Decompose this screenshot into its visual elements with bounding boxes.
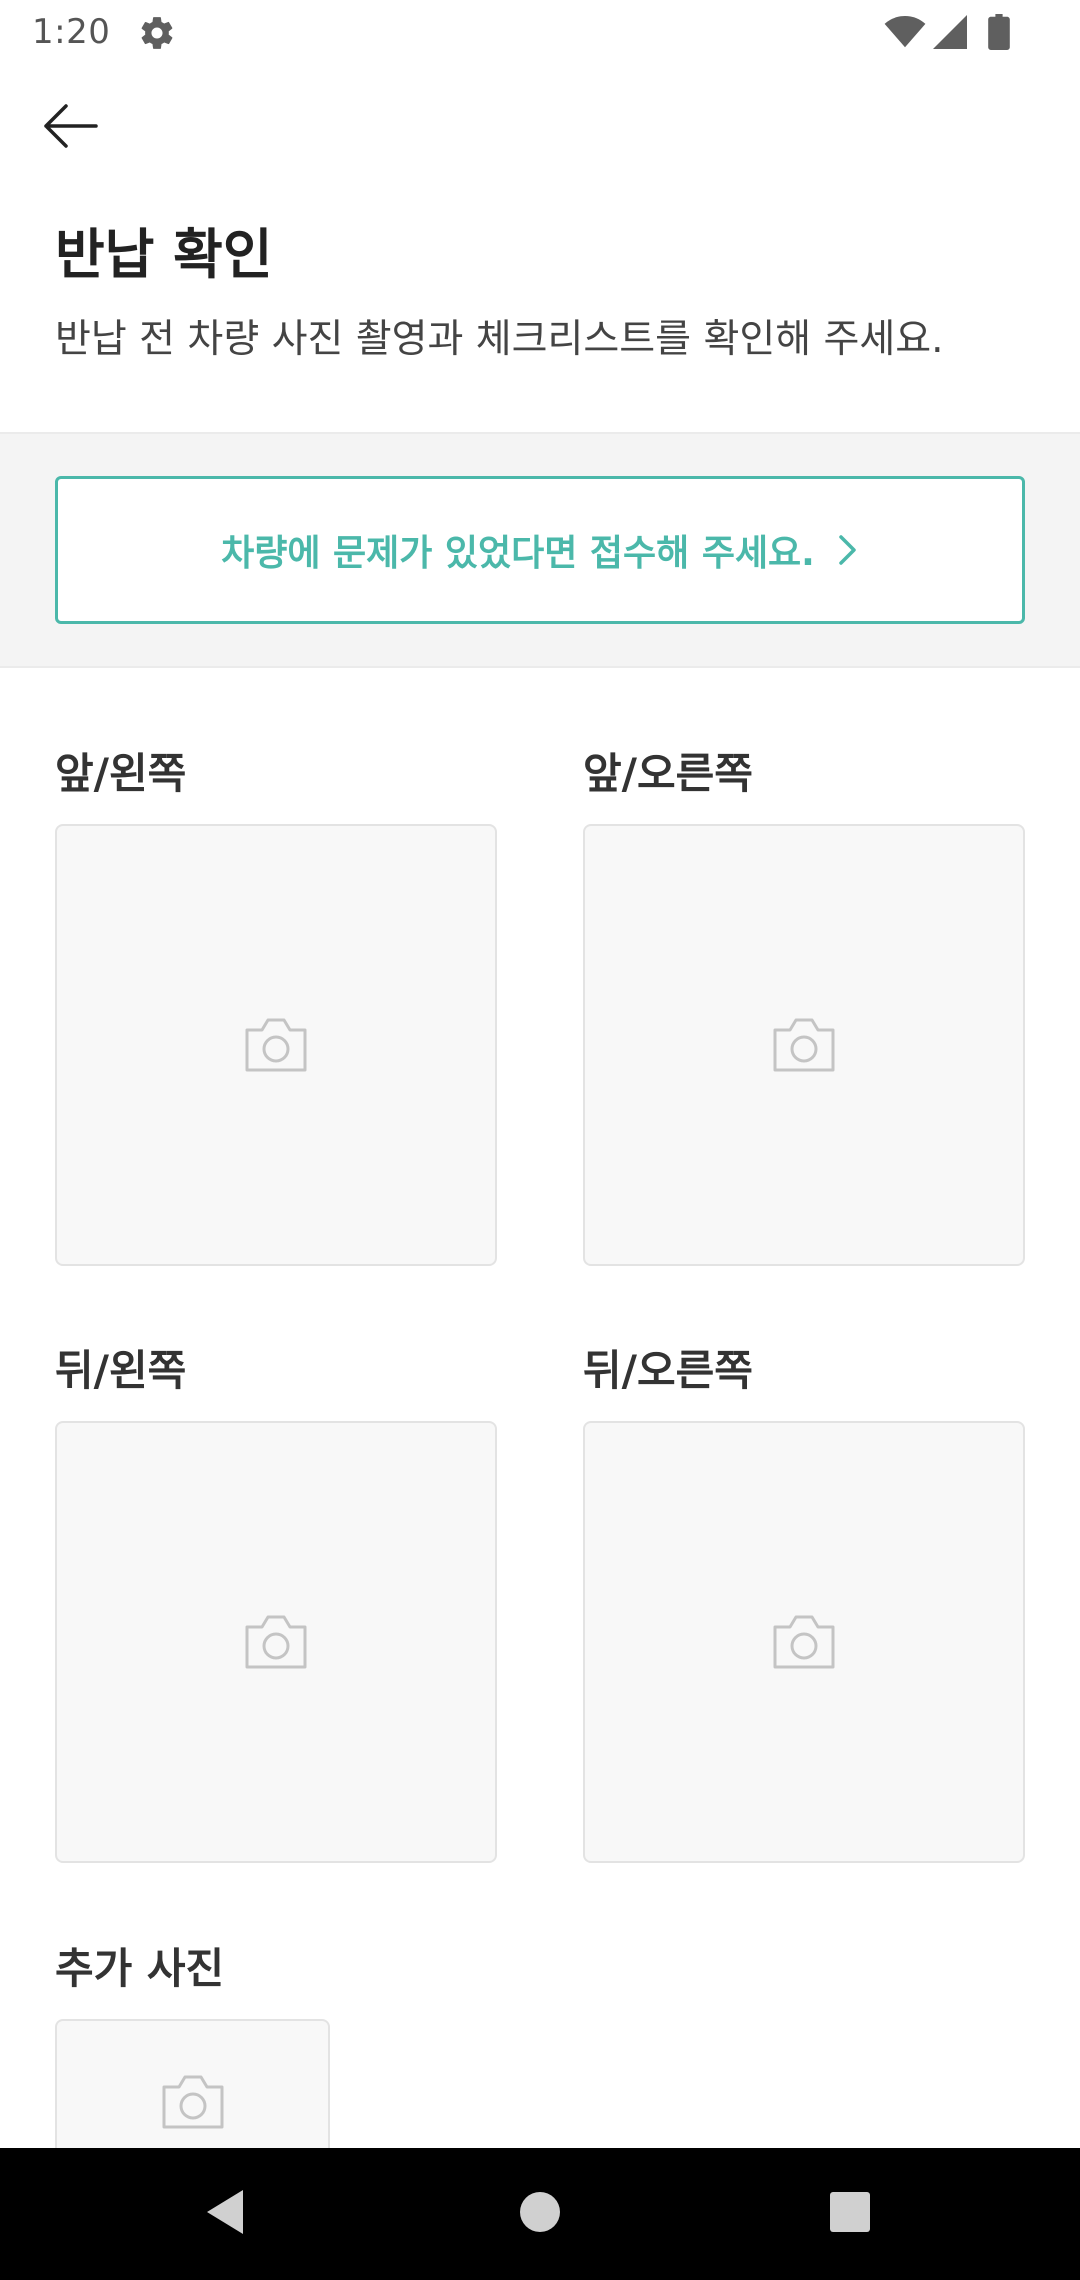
camera-icon xyxy=(243,1613,309,1671)
navigation-bar xyxy=(0,2148,1080,2280)
report-issue-button[interactable]: 차량에 문제가 있었다면 접수해 주세요. xyxy=(55,476,1025,624)
page-title: 반납 확인 xyxy=(55,223,273,286)
nav-recents-button[interactable] xyxy=(780,2148,920,2280)
photo-label-front-left: 앞/왼쪽 xyxy=(55,749,187,798)
camera-icon xyxy=(771,1016,837,1074)
status-bar: 1:20 xyxy=(0,0,1080,66)
camera-icon xyxy=(771,1613,837,1671)
photo-slot-rear-right[interactable] xyxy=(583,1421,1025,1863)
nav-home-icon xyxy=(519,2191,561,2237)
camera-icon xyxy=(160,2073,226,2131)
nav-recents-icon xyxy=(829,2191,871,2237)
back-button[interactable] xyxy=(40,88,130,168)
photo-label-front-right: 앞/오른쪽 xyxy=(583,749,753,798)
status-time: 1:20 xyxy=(32,12,111,52)
nav-home-button[interactable] xyxy=(470,2148,610,2280)
photo-label-rear-left: 뒤/왼쪽 xyxy=(55,1346,187,1395)
photo-slot-front-left[interactable] xyxy=(55,824,497,1266)
camera-icon xyxy=(243,1016,309,1074)
nav-back-icon xyxy=(203,2188,247,2240)
report-issue-label: 차량에 문제가 있었다면 접수해 주세요. xyxy=(221,533,815,574)
battery-icon xyxy=(988,14,1010,54)
cellular-signal-icon xyxy=(932,15,968,53)
settings-gear-icon xyxy=(138,14,176,52)
chevron-right-icon xyxy=(837,533,859,567)
wifi-icon xyxy=(884,15,926,53)
screen: 1:20 반납 확인 반납 전 차량 사진 촬영과 체크리스트를 확인해 주세요… xyxy=(0,0,1080,2280)
status-icons xyxy=(884,14,1010,54)
photo-label-additional: 추가 사진 xyxy=(55,1944,225,1993)
page-subtitle: 반납 전 차량 사진 촬영과 체크리스트를 확인해 주세요. xyxy=(55,317,944,362)
arrow-left-icon xyxy=(40,101,100,155)
nav-back-button[interactable] xyxy=(155,2148,295,2280)
photo-slot-rear-left[interactable] xyxy=(55,1421,497,1863)
photo-slot-front-right[interactable] xyxy=(583,824,1025,1266)
photo-label-rear-right: 뒤/오른쪽 xyxy=(583,1346,753,1395)
